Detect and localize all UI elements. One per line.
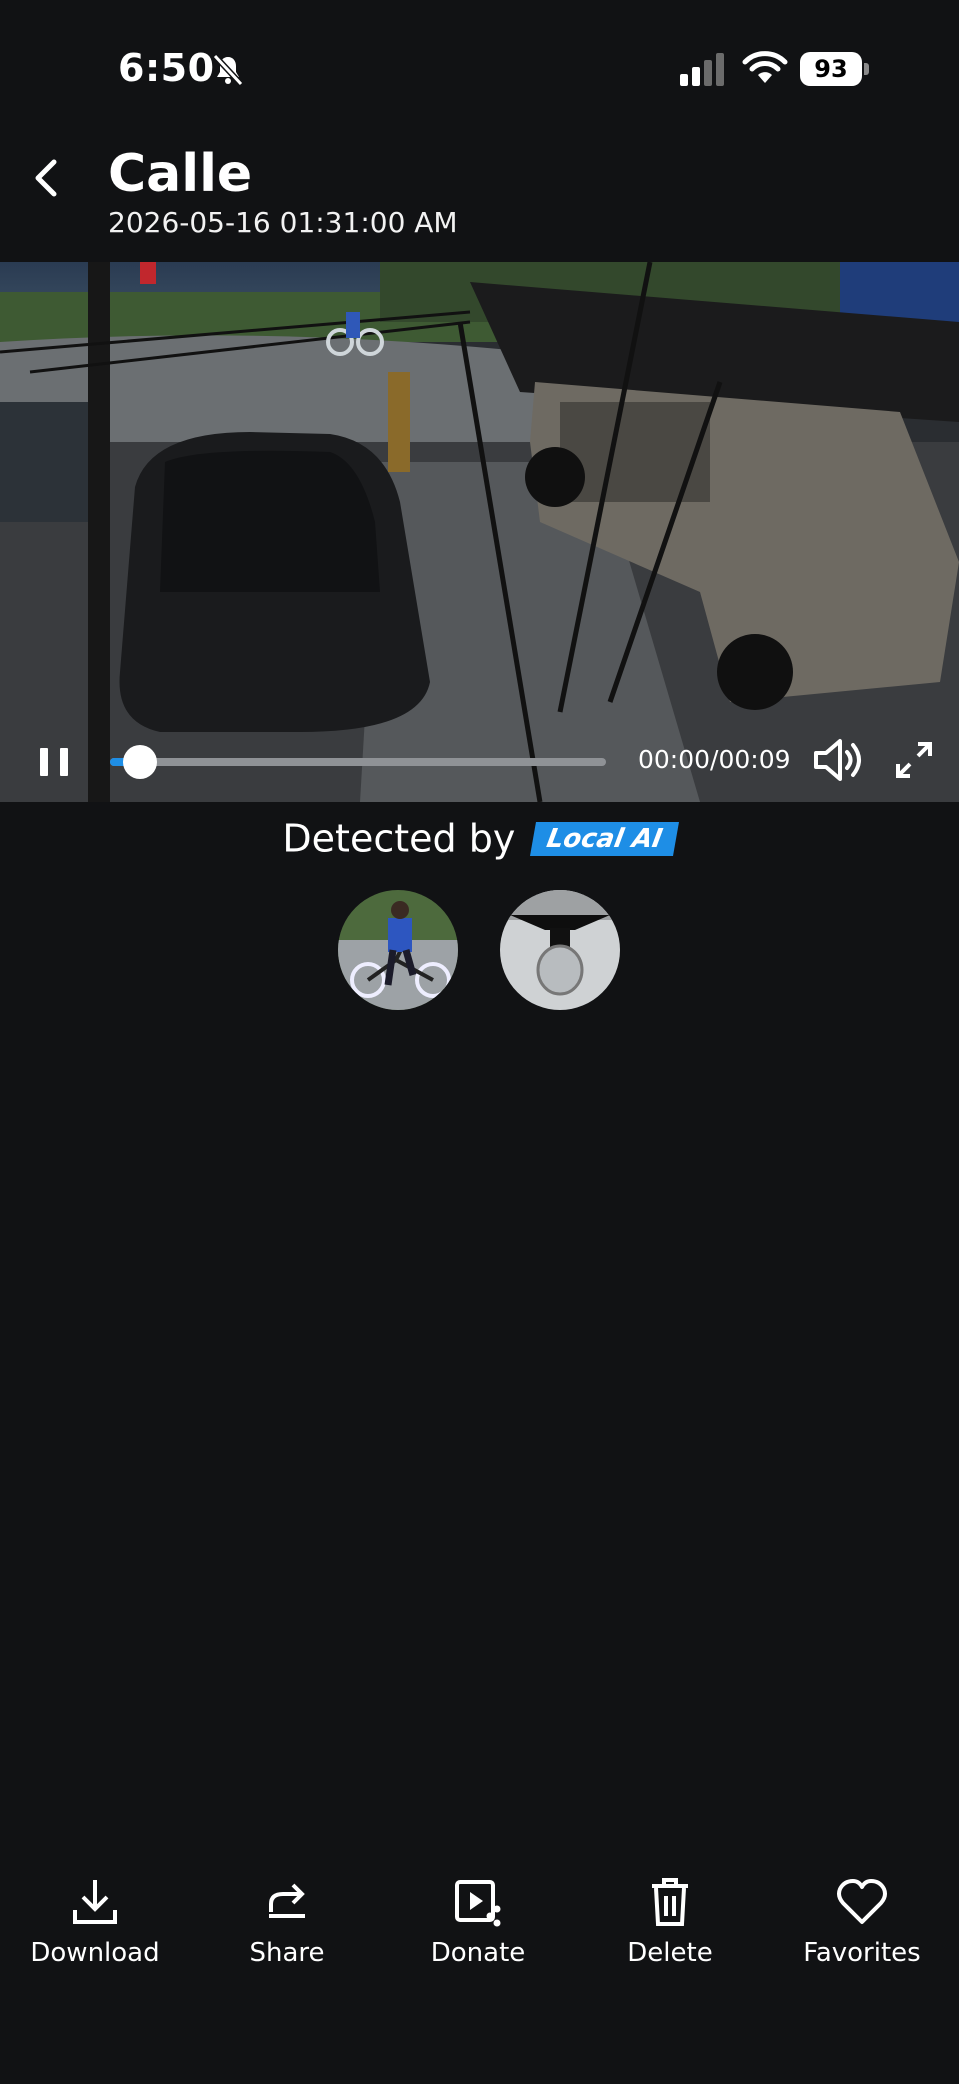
volume-icon[interactable] (812, 736, 866, 784)
cellular-signal-icon (680, 53, 724, 86)
video-player[interactable]: 00:00/00:09 (0, 262, 959, 802)
trash-icon (652, 1878, 688, 1926)
favorites-label: Favorites (803, 1938, 921, 1968)
download-label: Download (30, 1938, 160, 1968)
battery-level: 93 (800, 52, 862, 86)
wifi-icon (742, 51, 788, 83)
donate-video-icon (455, 1880, 501, 1927)
fullscreen-icon[interactable] (894, 740, 934, 780)
favorites-button[interactable]: Favorites (777, 1876, 947, 1968)
video-frame (0, 262, 959, 802)
back-button[interactable] (22, 150, 72, 206)
download-button[interactable]: Download (10, 1876, 180, 1968)
pause-button[interactable] (38, 744, 72, 778)
delete-button[interactable]: Delete (585, 1876, 755, 1968)
donate-label: Donate (430, 1938, 526, 1968)
silent-bell-icon (212, 53, 244, 87)
playback-time: 00:00/00:09 (638, 745, 791, 774)
local-ai-badge: Local AI (530, 821, 680, 856)
share-icon (269, 1883, 305, 1918)
cyclist-thumbnail-icon (338, 890, 458, 1010)
status-bar: 6:50 93 (0, 0, 959, 140)
detected-by-label: Detected by (282, 816, 516, 861)
seek-bar-handle[interactable] (122, 745, 157, 779)
heart-icon (837, 1879, 887, 1924)
battery-icon: 93 (800, 52, 870, 86)
seek-bar[interactable] (110, 745, 606, 779)
share-button[interactable]: Share (202, 1876, 372, 1968)
detection-thumbnail-person[interactable] (338, 890, 458, 1010)
share-label: Share (249, 1938, 325, 1968)
light-bulb-thumbnail-icon (500, 890, 620, 1010)
action-bar: Download Share Donate Delete Favorites (0, 1876, 959, 1996)
download-icon (73, 1880, 117, 1924)
status-time: 6:50 (118, 46, 215, 90)
donate-button[interactable]: Donate (393, 1876, 563, 1968)
detection-label-row: Detected by Local AI (0, 814, 959, 861)
recording-timestamp: 2026-05-16 01:31:00 AM (108, 206, 458, 239)
page-title: Calle (108, 144, 253, 204)
detection-thumbnail-object[interactable] (500, 890, 620, 1010)
battery-cap (864, 63, 869, 75)
delete-label: Delete (627, 1938, 713, 1968)
